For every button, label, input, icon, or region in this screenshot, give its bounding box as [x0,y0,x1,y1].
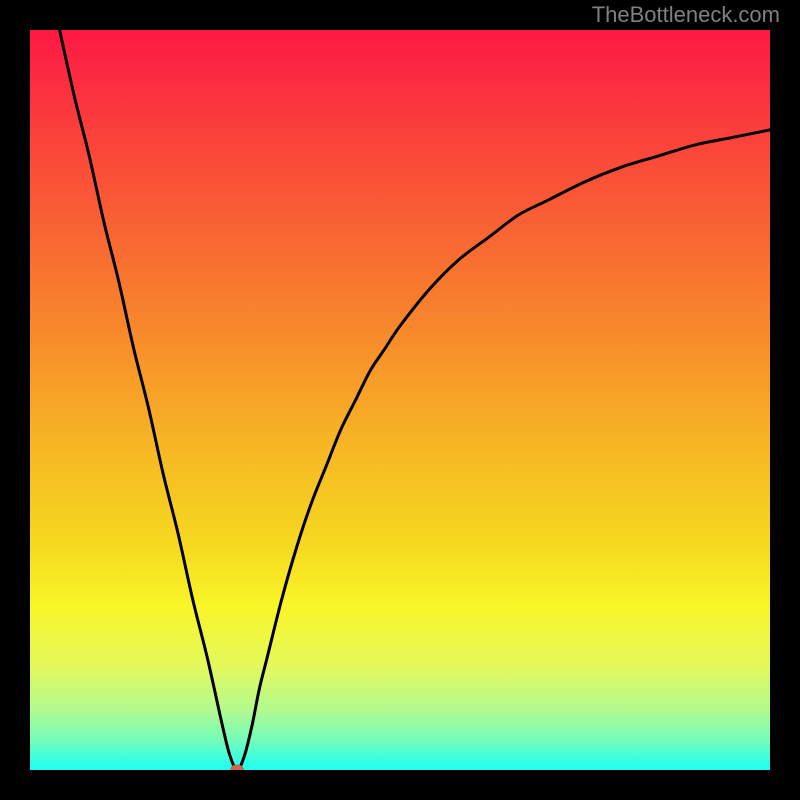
minimum-marker [230,765,244,771]
bottleneck-curve [30,30,770,770]
attribution-text: TheBottleneck.com [592,2,780,28]
plot-area [30,30,770,770]
